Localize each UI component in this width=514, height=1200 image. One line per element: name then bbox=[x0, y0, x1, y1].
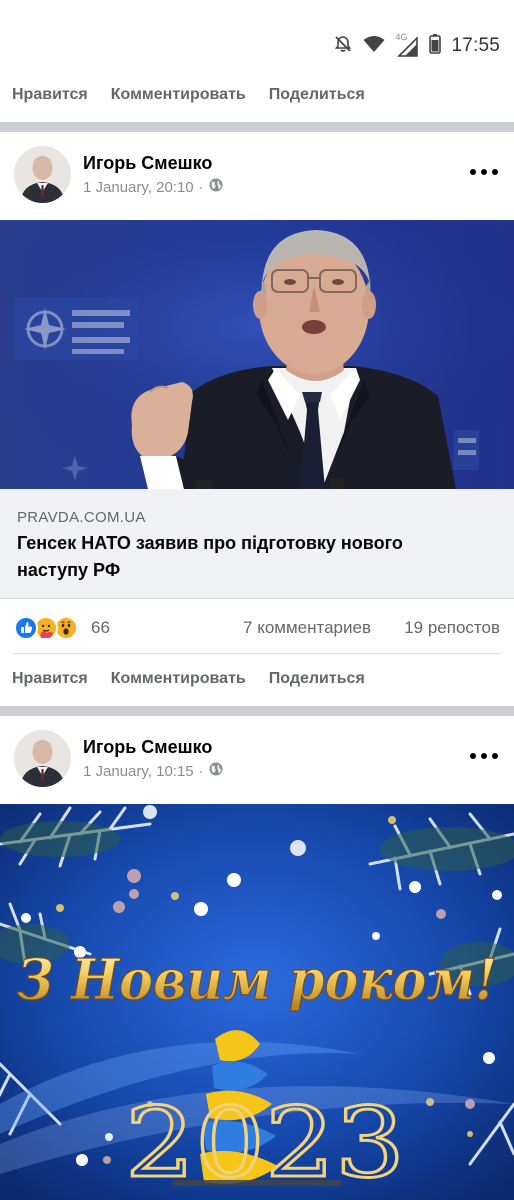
reactions-summary: 66 7 комментариев 19 репостов bbox=[0, 600, 514, 654]
greeting-text: З Новим роком! bbox=[17, 947, 497, 1013]
prev-post-action-row: Нравится Комментировать Поделиться bbox=[0, 70, 514, 120]
reaction-icons[interactable] bbox=[14, 616, 78, 640]
navigation-handle[interactable] bbox=[172, 1180, 342, 1186]
status-icons: 4G 17:55 bbox=[333, 32, 500, 59]
comment-button[interactable]: Комментировать bbox=[111, 86, 246, 104]
cell-signal-icon: 4G bbox=[395, 32, 419, 57]
post-header: Игорь Смешко 1 January, 10:15 · bbox=[0, 716, 514, 796]
post-meta: 1 January, 10:15 · bbox=[83, 762, 223, 780]
wifi-icon bbox=[363, 35, 385, 58]
reaction-count[interactable]: 66 bbox=[91, 618, 110, 638]
like-button[interactable]: Нравится bbox=[12, 86, 88, 104]
like-button[interactable]: Нравится bbox=[12, 670, 88, 688]
muted-bell-icon bbox=[333, 34, 353, 59]
globe-icon bbox=[209, 762, 223, 780]
link-domain: PRAVDA.COM.UA bbox=[17, 509, 146, 526]
post-author-name[interactable]: Игорь Смешко bbox=[83, 153, 212, 174]
post-timestamp[interactable]: 1 January, 20:10 bbox=[83, 179, 194, 196]
share-button[interactable]: Поделиться bbox=[269, 670, 365, 688]
comments-count[interactable]: 7 комментариев bbox=[243, 618, 371, 638]
post-action-row: Нравится Комментировать Поделиться bbox=[0, 654, 514, 704]
globe-icon bbox=[209, 178, 223, 196]
status-bar: 4G 17:55 bbox=[0, 0, 514, 80]
battery-icon bbox=[429, 33, 442, 59]
status-time: 17:55 bbox=[451, 35, 500, 56]
post-header: Игорь Смешко 1 January, 20:10 · bbox=[0, 132, 514, 212]
like-reaction-icon bbox=[14, 616, 38, 640]
link-title: Генсек НАТО заявив про підготовку нового… bbox=[17, 533, 403, 580]
post-image[interactable]: З Новим роком! 2023 bbox=[0, 804, 514, 1200]
more-options-button[interactable] bbox=[470, 162, 498, 182]
share-button[interactable]: Поделиться bbox=[269, 86, 365, 104]
meta-separator: · bbox=[198, 178, 204, 196]
post-meta: 1 January, 20:10 · bbox=[83, 178, 223, 196]
meta-separator: · bbox=[198, 762, 204, 780]
more-options-button[interactable] bbox=[470, 746, 498, 766]
feed-separator bbox=[0, 122, 514, 132]
post-timestamp[interactable]: 1 January, 10:15 bbox=[83, 763, 194, 780]
shares-count[interactable]: 19 репостов bbox=[404, 618, 500, 638]
post-author-name[interactable]: Игорь Смешко bbox=[83, 737, 212, 758]
avatar[interactable] bbox=[14, 730, 71, 787]
comment-button[interactable]: Комментировать bbox=[111, 670, 246, 688]
post-image[interactable] bbox=[0, 220, 514, 489]
feed-separator bbox=[0, 706, 514, 716]
avatar[interactable] bbox=[14, 146, 71, 203]
link-preview-card[interactable]: PRAVDA.COM.UA Генсек НАТО заявив про під… bbox=[0, 489, 514, 599]
